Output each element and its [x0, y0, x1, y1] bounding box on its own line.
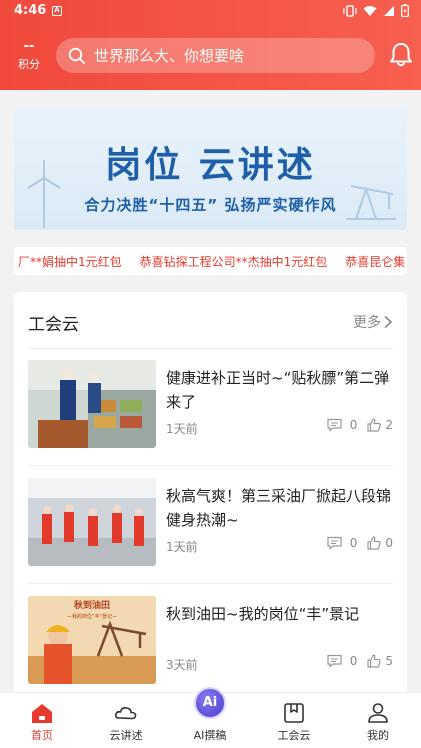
news-thumbnail	[28, 478, 156, 566]
news-time: 3天前	[166, 658, 198, 672]
news-item[interactable]: 秋高气爽！第三采油厂掀起八段锦健身热潮~ 1天前 0 0	[28, 466, 393, 584]
like-count: 2	[385, 418, 393, 432]
status-time: 4:46	[14, 3, 47, 18]
bell-icon[interactable]	[389, 42, 413, 68]
comment-count: 0	[349, 536, 358, 550]
news-item[interactable]: 秋到油田 —我的岗位“丰”景记— 秋到油田~我的岗位“丰”景记 3天前 0 5	[28, 584, 393, 702]
nav-home[interactable]: 首页	[0, 693, 84, 748]
exercise-photo	[28, 478, 156, 566]
vibrate-icon	[343, 4, 357, 17]
ticker-track: 厂**娟抽中1元红包 恭喜钻探工程公司**杰抽中1元红包 恭喜昆仑集	[18, 253, 405, 270]
user-icon	[368, 703, 388, 723]
search-icon	[68, 47, 85, 64]
banner-title: 岗位 云讲述	[105, 145, 316, 186]
battery-icon	[401, 4, 409, 17]
oilfield-illustration: 秋到油田 —我的岗位“丰”景记—	[28, 596, 156, 684]
search-input[interactable]: 世界那么大、你想要啥	[56, 38, 375, 73]
lottery-ticker: 厂**娟抽中1元红包 恭喜钻探工程公司**杰抽中1元红包 恭喜昆仑集	[14, 247, 407, 275]
thumb-caption: 秋到油田	[73, 599, 110, 611]
news-stats: 0 2	[327, 418, 393, 432]
news-thumbnail	[28, 360, 156, 448]
news-stats: 0 5	[327, 654, 393, 668]
nav-ai-writing[interactable]: Ai AI撰稿	[168, 687, 252, 748]
status-bar: 4:46 A	[0, 0, 421, 24]
canteen-photo	[28, 360, 156, 448]
nav-label: 云讲述	[109, 729, 143, 742]
home-icon	[32, 704, 52, 723]
promo-banner[interactable]: 岗位 云讲述 合力决胜“十四五” 弘扬严实硬作风	[14, 108, 407, 230]
points-button[interactable]: -- 积分	[12, 40, 46, 72]
notification-a-icon: A	[52, 6, 62, 16]
comment-count: 0	[349, 654, 358, 668]
search-placeholder: 世界那么大、你想要啥	[94, 47, 245, 65]
news-item[interactable]: 健康进补正当时~“贴秋膘”第二弹来了 1天前 0 2	[28, 348, 393, 466]
news-time: 1天前	[166, 422, 198, 436]
section-title: 工会云	[28, 315, 79, 335]
banner-subtitle: 合力决胜“十四五” 弘扬严实硬作风	[84, 196, 337, 214]
thumbs-up-icon[interactable]	[367, 654, 382, 668]
comment-icon[interactable]	[327, 536, 342, 550]
bookmark-icon	[284, 703, 304, 723]
thumbs-up-icon[interactable]	[367, 536, 382, 550]
app-header: 4:46 A -- 积分 世界那么大、你想要啥	[0, 0, 421, 90]
signal-icon	[384, 5, 394, 16]
union-section: 工会云 更多 健康进补正当时~“贴秋膘”第二弹来了 1天前 0 2 秋高气爽！第…	[14, 292, 407, 702]
status-icons	[343, 4, 409, 17]
nav-profile[interactable]: 我的	[336, 693, 420, 748]
ticker-item: 恭喜钻探工程公司**杰抽中1元红包	[139, 255, 328, 269]
news-thumbnail: 秋到油田 —我的岗位“丰”景记—	[28, 596, 156, 684]
nav-label: 首页	[31, 729, 53, 742]
nav-cloud-talk[interactable]: 云讲述	[84, 693, 168, 748]
news-stats: 0 0	[327, 536, 393, 550]
nav-label: 工会云	[277, 729, 311, 742]
points-value: --	[23, 39, 35, 54]
comment-icon[interactable]	[327, 418, 342, 432]
comment-count: 0	[349, 418, 358, 432]
comment-icon[interactable]	[327, 654, 342, 668]
news-time: 1天前	[166, 540, 198, 554]
points-label: 积分	[18, 58, 40, 71]
news-title: 秋到油田~我的岗位“丰”景记	[166, 605, 360, 623]
thumbs-up-icon[interactable]	[367, 418, 382, 432]
news-title: 秋高气爽！第三采油厂掀起八段锦健身热潮~	[166, 487, 392, 529]
like-count: 0	[385, 536, 393, 550]
ticker-item: 厂**娟抽中1元红包	[18, 255, 122, 269]
nav-label: 我的	[367, 729, 389, 742]
nav-label: AI撰稿	[193, 729, 227, 742]
ticker-item: 恭喜昆仑集	[345, 255, 406, 269]
nav-union-cloud[interactable]: 工会云	[252, 693, 336, 748]
news-title: 健康进补正当时~“贴秋膘”第二弹来了	[166, 369, 390, 411]
wifi-icon	[363, 5, 377, 16]
like-count: 5	[385, 654, 393, 668]
bottom-navigation: 首页 云讲述 Ai AI撰稿 工会云 我的	[0, 687, 421, 748]
chevron-right-icon	[384, 315, 393, 329]
more-label: 更多	[353, 315, 381, 331]
ai-icon: Ai	[194, 687, 226, 719]
thumb-subcaption: —我的岗位“丰”景记—	[67, 613, 117, 620]
cloud-icon	[115, 707, 137, 720]
more-link[interactable]: 更多	[353, 312, 393, 332]
